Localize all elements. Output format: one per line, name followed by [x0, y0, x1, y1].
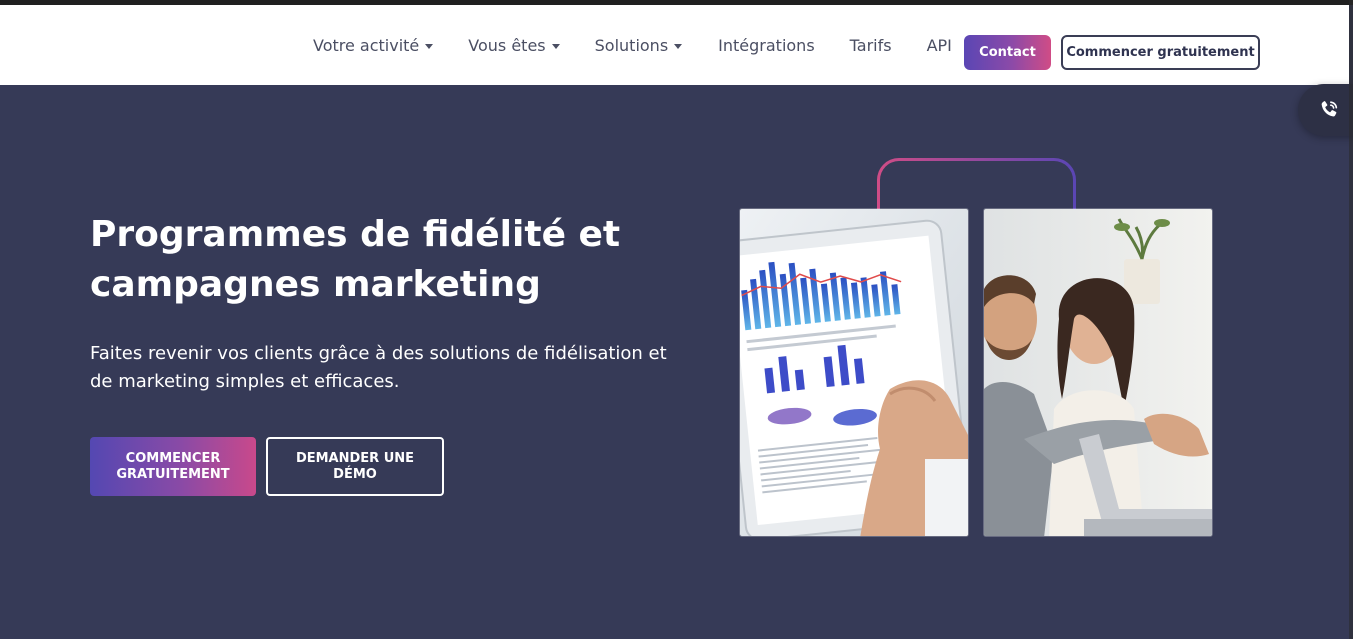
browser-scrollbar-edge	[1349, 0, 1353, 639]
nav-label: Tarifs	[849, 35, 892, 55]
hero-title: Programmes de fidélité et campagnes mark…	[90, 214, 621, 305]
start-free-button[interactable]: Commencer gratuitement	[1061, 35, 1260, 70]
caret-down-icon	[674, 43, 683, 49]
phone-callback-button[interactable]	[1298, 84, 1353, 136]
nav-label: Vous êtes	[468, 35, 546, 55]
nav-item-vous-etes[interactable]: Vous êtes	[468, 35, 560, 55]
phone-ringing-icon	[1321, 101, 1338, 117]
tablet-analytics-image	[739, 208, 969, 537]
handshake-couple-image	[983, 208, 1213, 537]
hero-request-demo-button[interactable]: DEMANDER UNE DÉMO	[266, 437, 444, 496]
site-header: Votre activité Vous êtes Solutions Intég…	[0, 5, 1349, 85]
nav-label: API	[926, 35, 952, 55]
nav-label: Intégrations	[718, 35, 815, 55]
nav-item-api[interactable]: API	[927, 36, 952, 55]
nav-item-solutions[interactable]: Solutions	[595, 36, 683, 55]
nav-item-tarifs[interactable]: Tarifs	[850, 36, 892, 55]
main-nav: Votre activité Vous êtes Solutions Intég…	[313, 5, 952, 85]
nav-item-votre-activite[interactable]: Votre activité	[313, 35, 434, 55]
contact-button[interactable]: Contact	[964, 35, 1051, 70]
hero-start-free-button[interactable]: COMMENCER GRATUITEMENT	[90, 437, 256, 496]
hero-subtitle: Faites revenir vos clients grâce à des s…	[90, 343, 667, 392]
nav-item-integrations[interactable]: Intégrations	[718, 36, 815, 55]
nav-label: Votre activité	[313, 35, 420, 55]
nav-label: Solutions	[594, 35, 669, 55]
caret-down-icon	[551, 43, 560, 49]
caret-down-icon	[425, 43, 434, 49]
